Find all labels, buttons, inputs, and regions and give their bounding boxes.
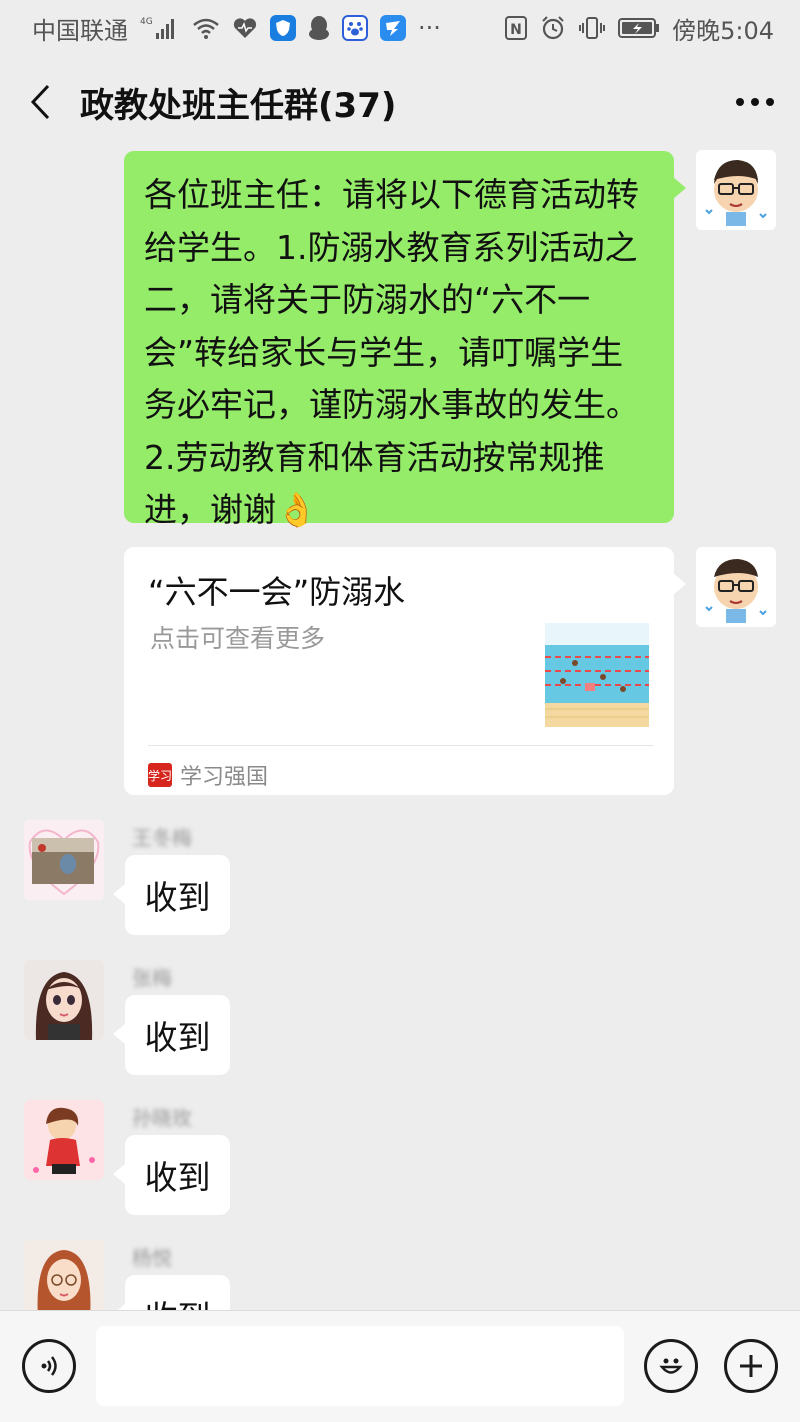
sender-avatar[interactable] <box>24 960 104 1040</box>
cat-photo-avatar-icon <box>24 820 104 900</box>
xuexi-qiangguo-logo-icon: 学习 <box>148 763 172 787</box>
sender-name: 孙晓玫 <box>132 1106 192 1130</box>
vibrate-icon <box>578 15 606 41</box>
sender-name: 杨悦 <box>132 1246 172 1270</box>
shield-app-icon <box>270 15 296 41</box>
wifi-icon <box>192 16 220 40</box>
anime-girl-avatar-icon <box>24 960 104 1040</box>
more-notifications-label: ··· <box>418 14 441 42</box>
sender-avatar[interactable] <box>24 820 104 900</box>
sender-avatar[interactable] <box>24 1240 104 1320</box>
status-bar: 中国联通 4G ··· N 傍晚5:04 <box>0 0 800 56</box>
message-text: 收到 <box>144 878 211 917</box>
more-options-button[interactable] <box>710 56 800 148</box>
cartoon-teacher-avatar-icon <box>696 150 776 230</box>
swimming-pool-thumbnail <box>545 623 649 727</box>
dingtalk-icon <box>380 15 406 41</box>
baidu-icon <box>342 15 368 41</box>
emoji-button[interactable] <box>644 1339 698 1393</box>
my-message-bubble[interactable]: 各位班主任：请将以下德育活动转给学生。1.防溺水教育系列活动之二，请将关于防溺水… <box>124 151 686 529</box>
more-dots-icon <box>736 98 774 106</box>
sender-avatar[interactable] <box>24 1100 104 1180</box>
link-card-message[interactable]: “六不一会”防溺水 点击可查看更多 学习 学习强国 <box>124 547 686 795</box>
smiley-face-icon <box>659 1358 683 1374</box>
my-avatar[interactable] <box>696 547 776 627</box>
link-card-title: “六不一会”防溺水 <box>148 573 406 611</box>
more-functions-button[interactable] <box>724 1339 778 1393</box>
nfc-icon: N <box>504 15 528 41</box>
network-type-label: 4G <box>140 17 153 27</box>
signal-icon: 4G <box>140 15 180 41</box>
received-message-bubble[interactable]: 收到 <box>113 1135 230 1215</box>
alarm-icon <box>540 15 566 41</box>
my-avatar[interactable] <box>696 150 776 230</box>
received-message-bubble[interactable]: 收到 <box>113 995 230 1075</box>
message-text: 各位班主任：请将以下德育活动转给学生。1.防溺水教育系列活动之二，请将关于防溺水… <box>144 175 639 529</box>
cartoon-teacher-avatar-icon <box>696 547 776 627</box>
carrier-label: 中国联通 <box>32 16 128 45</box>
clock-time: 傍晚5:04 <box>672 16 774 45</box>
sender-name: 王冬梅 <box>132 826 192 850</box>
chat-header: 政教处班主任群(37) <box>0 56 800 148</box>
voice-wave-icon <box>41 1356 57 1376</box>
link-card-source-name: 学习强国 <box>180 765 269 790</box>
chat-input-bar <box>0 1310 800 1422</box>
plus-icon <box>740 1355 762 1377</box>
message-text: 收到 <box>144 1018 211 1057</box>
sender-name: 张梅 <box>132 966 172 990</box>
battery-charging-icon <box>618 16 660 40</box>
back-button[interactable] <box>0 56 80 148</box>
cartoon-girl-avatar-icon <box>24 1100 104 1180</box>
chat-title: 政教处班主任群(37) <box>80 85 397 126</box>
link-card-divider <box>148 745 654 746</box>
received-message-bubble[interactable]: 收到 <box>113 855 230 935</box>
health-heart-icon <box>232 16 258 40</box>
link-card-description: 点击可查看更多 <box>150 624 326 653</box>
message-input[interactable] <box>96 1326 624 1406</box>
illustrated-woman-avatar-icon <box>24 1240 104 1320</box>
chevron-left-icon <box>30 84 50 120</box>
qq-penguin-icon <box>308 15 330 41</box>
nfc-label: N <box>510 22 522 38</box>
link-card-source: 学习 学习强国 <box>148 755 268 795</box>
voice-input-button[interactable] <box>22 1339 76 1393</box>
message-text: 收到 <box>144 1158 211 1197</box>
